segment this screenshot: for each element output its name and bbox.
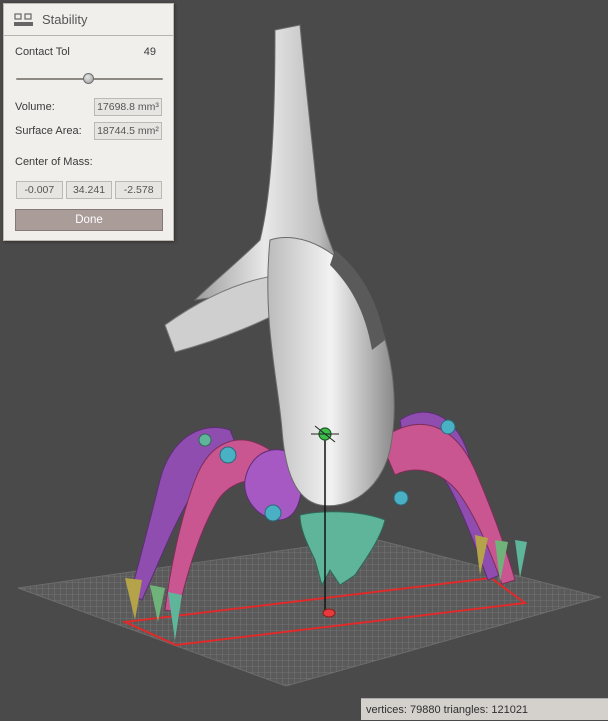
center-of-mass-values: -0.007 34.241 -2.578	[16, 181, 163, 199]
volume-field: 17698.8 mm³	[94, 98, 162, 116]
volume-label: Volume:	[15, 101, 55, 113]
contact-tol-row: Contact Tol 49	[15, 46, 162, 58]
stability-icon	[14, 12, 33, 26]
contact-tol-label: Contact Tol	[15, 46, 70, 58]
volume-row: Volume: 17698.8 mm³	[15, 98, 162, 116]
com-x-field: -0.007	[16, 181, 63, 199]
center-of-mass-row: Center of Mass:	[15, 156, 162, 168]
ground-contact-point	[322, 608, 336, 618]
center-of-mass-label: Center of Mass:	[15, 156, 93, 168]
contact-tol-slider[interactable]	[16, 73, 163, 85]
panel-title: Stability	[42, 12, 88, 27]
mesh-stats-status: vertices: 79880 triangles: 121021	[361, 698, 608, 720]
surface-area-row: Surface Area: 18744.5 mm²	[15, 122, 162, 140]
stability-panel: Stability Contact Tol 49 Volume: 17698.8…	[3, 3, 174, 241]
joint	[219, 446, 237, 464]
com-y-field: 34.241	[65, 181, 113, 199]
slider-thumb[interactable]	[83, 73, 95, 84]
panel-header: Stability	[4, 4, 173, 36]
surface-area-label: Surface Area:	[15, 125, 82, 137]
joint	[440, 419, 456, 435]
com-z-field: -2.578	[115, 181, 163, 199]
joint	[198, 433, 212, 447]
contact-tol-value: 49	[143, 46, 156, 58]
surface-area-field: 18744.5 mm²	[94, 122, 162, 140]
done-button[interactable]: Done	[15, 209, 163, 231]
joint	[393, 490, 409, 506]
joint	[264, 504, 282, 522]
